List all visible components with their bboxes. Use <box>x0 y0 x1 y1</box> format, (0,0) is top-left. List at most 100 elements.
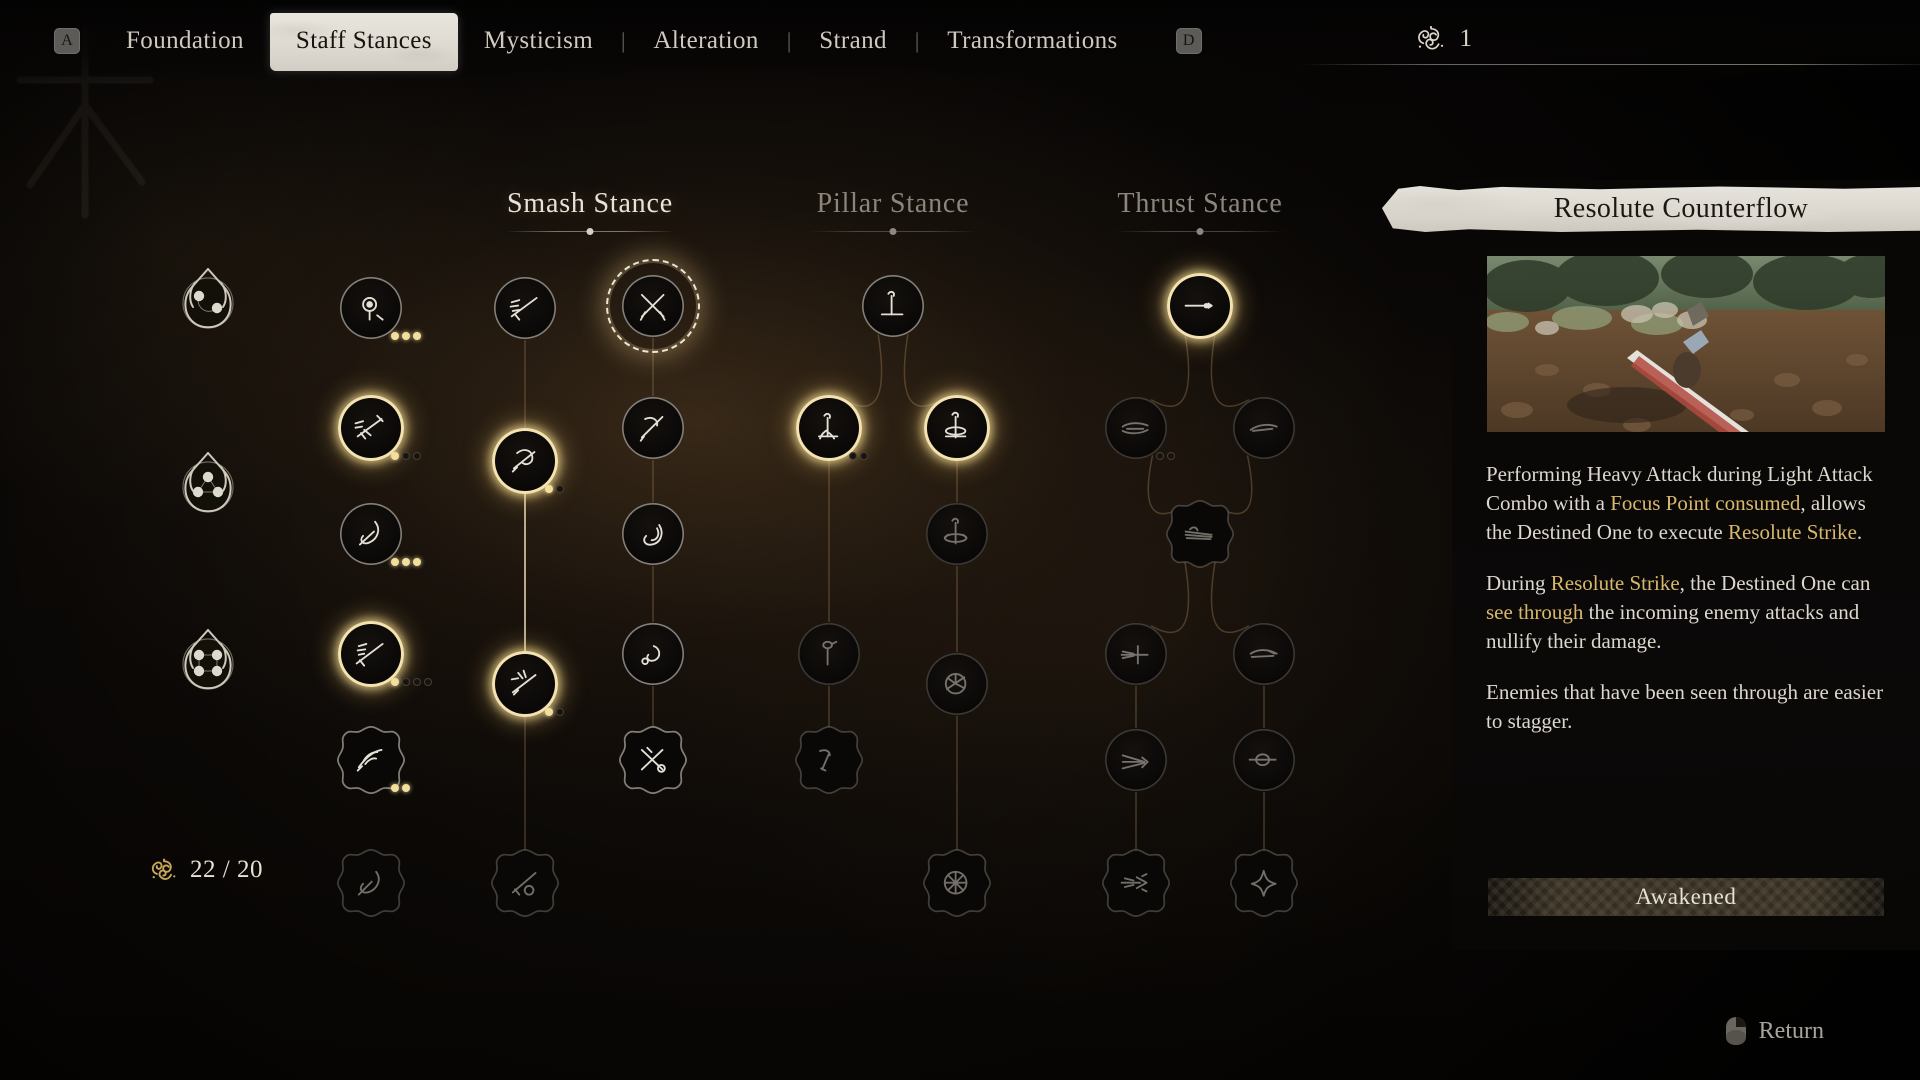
node-glyph-staff-guard <box>494 430 556 492</box>
node-glyph-pillar-wheel <box>926 852 988 914</box>
node-glyph-staff-pierce <box>494 852 556 914</box>
skill-node-staff-cross2[interactable] <box>619 726 687 794</box>
skill-pip <box>1167 452 1175 460</box>
skill-pip <box>413 332 421 340</box>
return-control[interactable]: Return <box>1725 1016 1824 1046</box>
skill-node-staff-orb[interactable] <box>340 277 402 339</box>
highlight-term: Resolute Strike <box>1728 520 1857 544</box>
spark-count-value: 1 <box>1459 25 1473 52</box>
skill-node-pips <box>391 558 421 566</box>
tab-alteration[interactable]: Alteration <box>629 19 782 63</box>
skill-node-staff-swirl[interactable] <box>622 623 684 685</box>
skill-node-thrust-burst[interactable] <box>1105 729 1167 791</box>
skill-node-pips <box>849 452 868 460</box>
skill-node-pillar-wheel[interactable] <box>923 849 991 917</box>
skill-node-staff-thrust[interactable] <box>340 397 402 459</box>
stance-header-smash-stance: Smash Stance <box>440 188 740 239</box>
skill-pip <box>556 485 564 493</box>
spiral-spark-icon <box>1417 25 1443 50</box>
node-glyph-thrust-multi <box>1169 503 1231 565</box>
skill-node-thrust-line[interactable] <box>1169 275 1231 337</box>
node-glyph-pillar-root <box>798 397 860 459</box>
skill-tree-screen: A Foundation Staff Stances Mysticism | Alter… <box>0 0 1920 1080</box>
skill-node-pillar-ring[interactable] <box>926 397 988 459</box>
skill-description: Performing Heavy Attack during Light Att… <box>1452 438 1920 736</box>
skill-node-pips <box>391 332 421 340</box>
node-glyph-pillar-spin <box>926 503 988 565</box>
skill-description-paragraph: Performing Heavy Attack during Light Att… <box>1486 460 1886 547</box>
skill-node-pillar-fan[interactable] <box>926 653 988 715</box>
skill-node-pillar-pin[interactable] <box>798 623 860 685</box>
skill-node-staff-wave[interactable] <box>622 503 684 565</box>
skill-node-thrust-dart[interactable] <box>1233 397 1295 459</box>
skill-pip <box>391 558 399 566</box>
node-glyph-thrust-line <box>1169 275 1231 337</box>
category-tabs: Foundation Staff Stances Mysticism | Alterat… <box>102 17 1142 65</box>
tab-mysticism[interactable]: Mysticism <box>460 19 617 63</box>
skill-node-thrust-multi[interactable] <box>1166 500 1234 568</box>
tier-badge-3 <box>165 441 251 527</box>
skill-node-staff-slash[interactable] <box>622 397 684 459</box>
node-glyph-staff-sweep <box>340 623 402 685</box>
node-glyph-thrust-eye <box>1233 729 1295 791</box>
skill-node-pillar-arc[interactable] <box>795 726 863 794</box>
skill-node-staff-strike[interactable] <box>494 277 556 339</box>
skill-node-pillar-spin[interactable] <box>926 503 988 565</box>
stance-header-thrust-stance: Thrust Stance <box>1050 188 1350 239</box>
skill-node-staff-curl[interactable] <box>337 849 405 917</box>
stance-underline <box>1050 225 1350 239</box>
node-glyph-staff-cross2 <box>622 729 684 791</box>
skill-node-staff-coil[interactable] <box>337 726 405 794</box>
tier-badge-4 <box>165 618 251 704</box>
tab-staff-stances[interactable]: Staff Stances <box>268 17 460 65</box>
skill-node-pillar-plain[interactable] <box>862 275 924 337</box>
next-tab-key-badge[interactable]: D <box>1175 28 1202 54</box>
skill-node-pips <box>545 708 564 716</box>
node-glyph-thrust-ripple <box>1105 397 1167 459</box>
tab-foundation[interactable]: Foundation <box>102 19 268 63</box>
skill-node-pillar-root[interactable] <box>798 397 860 459</box>
skill-pip <box>545 708 553 716</box>
highlight-term: Focus Point consumed <box>1610 491 1801 515</box>
skill-node-staff-sweep[interactable] <box>340 623 402 685</box>
skill-pip <box>402 332 410 340</box>
node-glyph-staff-strike <box>494 277 556 339</box>
tab-transformations[interactable]: Transformations <box>923 19 1141 63</box>
skill-pip <box>545 485 553 493</box>
skill-pip <box>424 678 432 686</box>
skill-pip <box>391 452 399 460</box>
nav-separator: | <box>914 28 920 53</box>
skill-node-thrust-spear[interactable] <box>1105 623 1167 685</box>
skill-node-staff-pierce[interactable] <box>491 849 559 917</box>
body-text: During <box>1486 571 1551 595</box>
node-glyph-staff-cross <box>622 275 684 337</box>
body-text: . <box>1856 520 1863 544</box>
skill-status-button[interactable]: Awakened <box>1488 878 1884 916</box>
prev-tab-key-badge[interactable]: A <box>54 28 80 54</box>
skill-pip <box>860 452 868 460</box>
node-glyph-staff-coil <box>340 729 402 791</box>
topbar-divider-line <box>1300 64 1920 65</box>
node-glyph-thrust-spear <box>1105 623 1167 685</box>
skill-node-thrust-ripple[interactable] <box>1105 397 1167 459</box>
node-glyph-staff-thrust <box>340 397 402 459</box>
body-text: , the Destined One can <box>1679 571 1871 595</box>
skill-node-pips <box>391 784 410 792</box>
node-glyph-staff-swirl <box>622 623 684 685</box>
skill-node-staff-guard[interactable] <box>494 430 556 492</box>
spark-counter: 1 <box>1414 22 1920 56</box>
node-glyph-pillar-plain <box>862 275 924 337</box>
node-glyph-pillar-fan <box>926 653 988 715</box>
node-glyph-staff-leap <box>494 653 556 715</box>
skill-node-thrust-comet[interactable] <box>1102 849 1170 917</box>
skill-node-thrust-eye[interactable] <box>1233 729 1295 791</box>
node-glyph-staff-slash <box>622 397 684 459</box>
skill-node-staff-leap[interactable] <box>494 653 556 715</box>
node-glyph-staff-hook <box>340 503 402 565</box>
skill-node-thrust-glide[interactable] <box>1233 623 1295 685</box>
tab-strand[interactable]: Strand <box>795 19 911 63</box>
skill-node-thrust-star[interactable] <box>1230 849 1298 917</box>
skill-node-staff-cross[interactable] <box>606 259 700 353</box>
nav-separator: | <box>786 28 792 53</box>
skill-node-staff-hook[interactable] <box>340 503 402 565</box>
